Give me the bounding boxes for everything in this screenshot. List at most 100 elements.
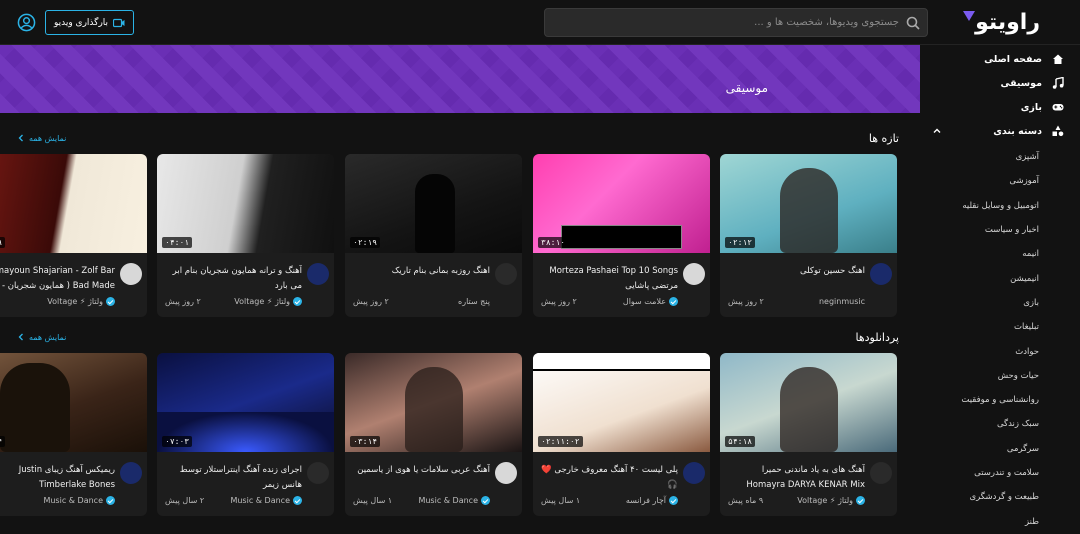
duration-badge: ۰۴:۰۱ [162, 237, 193, 248]
channel-avatar[interactable] [683, 263, 705, 285]
channel-name[interactable]: Music & Dance [230, 496, 290, 505]
video-card[interactable]: ۰۳:۳۴ ریمیکس آهنگ زیبای Justin Timberlake… [0, 353, 147, 516]
channel-avatar[interactable] [120, 462, 142, 484]
verified-badge-icon [106, 297, 115, 306]
channel-name-wrap[interactable]: علامت سوال [623, 297, 678, 306]
video-card[interactable]: ۰۲:۱۱:۰۲ پلی لیست ۴۰ آهنگ معروف خارجی ❤️🎧… [533, 353, 710, 516]
channel-name[interactable]: آچار فرانسه [626, 496, 666, 505]
video-thumbnail[interactable]: ۰۲:۱۱:۰۲ [533, 353, 710, 452]
sidebar-category-item[interactable]: سرگرمی [920, 437, 1080, 461]
sidebar-item-categories[interactable]: دسته بندی [920, 119, 1080, 143]
sidebar-category-item[interactable]: آشپزی [920, 145, 1080, 169]
channel-name-wrap[interactable]: Music & Dance [230, 496, 302, 505]
channel-name-wrap[interactable]: Music & Dance [43, 496, 115, 505]
video-meta: علامت سوال ۲ روز پیش [541, 297, 678, 306]
video-thumbnail[interactable]: ۵۴:۱۸ [720, 353, 897, 452]
sidebar-category-item[interactable]: حوادث [920, 339, 1080, 363]
logo-triangle-icon [963, 11, 976, 21]
channel-name-wrap[interactable]: ولتاژ ⚡ Voltage [47, 297, 115, 306]
video-card[interactable]: ۰۲:۱۲ اهنگ حسین توکلی neginmusic ۲ روز پیش [720, 154, 897, 317]
channel-avatar[interactable] [307, 462, 329, 484]
channel-name-wrap[interactable]: پنج ستاره [458, 297, 490, 306]
upload-video-button[interactable]: بارگذاری ویدیو [45, 10, 134, 35]
sidebar-category-item[interactable]: طنز [920, 509, 1080, 533]
video-title[interactable]: Morteza Pashaei Top 10 Songs مرتضی پاشای… [539, 264, 678, 294]
sidebar-category-item[interactable]: حیات وحش [920, 364, 1080, 388]
sidebar-category-item[interactable]: انیمه [920, 242, 1080, 266]
video-card[interactable]: ۰۳:۱۴ آهنگ عربی سلامات یا هوی از یاسمین Mu… [345, 353, 522, 516]
sidebar-item-home[interactable]: صفحه اصلی [920, 47, 1080, 71]
video-camera-icon [113, 18, 125, 27]
sidebar-item-music[interactable]: موسیقی [920, 71, 1080, 95]
video-meta: Music & Dance [0, 496, 115, 505]
video-title[interactable]: اجرای زنده آهنگ اینتراستلار توسط هانس زی… [163, 463, 302, 493]
channel-name[interactable]: Music & Dance [43, 496, 103, 505]
video-thumbnail[interactable]: ۰۲:۱۲ [720, 154, 897, 253]
video-thumbnail[interactable]: ۰۲:۱۹ [345, 154, 522, 253]
search-box[interactable] [544, 8, 928, 37]
channel-avatar[interactable] [870, 263, 892, 285]
sidebar-category-item[interactable]: اتومبیل و وسایل نقلیه [920, 194, 1080, 218]
channel-name[interactable]: پنج ستاره [458, 297, 490, 306]
channel-name-wrap[interactable]: آچار فرانسه [626, 496, 678, 505]
search-input[interactable] [559, 9, 899, 36]
video-title[interactable]: Homayoun Shajarian - Zolf Bar Bad Made (… [0, 264, 115, 296]
channel-name[interactable]: Music & Dance [418, 496, 478, 505]
sidebar-category-item[interactable]: روانشناسی و موفقیت [920, 388, 1080, 412]
section-title-popular: پردانلودها [855, 331, 899, 344]
show-all-link-new[interactable]: نمایش همه [29, 134, 66, 143]
video-thumbnail[interactable]: ۰۷:۰۳ [157, 353, 334, 452]
video-thumbnail[interactable]: ۰۵:۱۹ [0, 154, 147, 253]
video-title[interactable]: اهنگ روزبه بمانی بنام تاریک [351, 264, 490, 279]
sidebar-category-item[interactable]: آموزشی [920, 169, 1080, 193]
thumbnail-caption [561, 225, 682, 249]
channel-name[interactable]: علامت سوال [623, 297, 666, 306]
video-title[interactable]: ریمیکس آهنگ زیبای Justin Timberlake Bone… [0, 463, 115, 493]
channel-avatar[interactable] [120, 263, 142, 285]
sidebar-category-item[interactable]: انیمیشن [920, 266, 1080, 290]
channel-name[interactable]: neginmusic [819, 297, 865, 306]
video-thumbnail[interactable]: ۰۴:۰۱ [157, 154, 334, 253]
channel-name-wrap[interactable]: ولتاژ ⚡ Voltage [234, 297, 302, 306]
upload-time: ۹ ماه پیش [728, 496, 764, 505]
channel-name-wrap[interactable]: neginmusic [819, 297, 865, 306]
channel-avatar[interactable] [495, 263, 517, 285]
sidebar-category-item[interactable]: بازی [920, 291, 1080, 315]
video-title[interactable]: آهنگ های به یاد ماندنی حمیرا Homayra DAR… [726, 463, 865, 493]
video-card[interactable]: ۳۸:۱۰ Morteza Pashaei Top 10 Songs مرتضی … [533, 154, 710, 317]
video-title[interactable]: اهنگ حسین توکلی [726, 264, 865, 279]
video-thumbnail[interactable]: ۳۸:۱۰ [533, 154, 710, 253]
video-card[interactable]: ۰۲:۱۹ اهنگ روزبه بمانی بنام تاریک پنج ستار… [345, 154, 522, 317]
video-thumbnail[interactable]: ۰۳:۳۴ [0, 353, 147, 452]
video-card[interactable]: ۵۴:۱۸ آهنگ های به یاد ماندنی حمیرا Homayr… [720, 353, 897, 516]
video-card[interactable]: ۰۴:۰۱ آهنگ و ترانه همایون شجریان بنام ابر… [157, 154, 334, 317]
channel-avatar[interactable] [495, 462, 517, 484]
site-logo[interactable]: راویتو [961, 8, 1041, 36]
sidebar-category-item[interactable]: طبیعت و گردشگری [920, 485, 1080, 509]
video-title[interactable]: آهنگ عربی سلامات یا هوی از یاسمین [351, 463, 490, 478]
sidebar-item-games[interactable]: بازی [920, 95, 1080, 119]
sidebar-category-item[interactable]: اخبار و سیاست [920, 218, 1080, 242]
channel-avatar[interactable] [307, 263, 329, 285]
sidebar-category-item[interactable]: تبلیغات [920, 315, 1080, 339]
channel-avatar[interactable] [870, 462, 892, 484]
sidebar-item-label: بازی [1020, 101, 1042, 113]
user-account-icon[interactable] [17, 13, 36, 32]
video-card[interactable]: ۰۵:۱۹ Homayoun Shajarian - Zolf Bar Bad M… [0, 154, 147, 317]
video-title[interactable]: پلی لیست ۴۰ آهنگ معروف خارجی ❤️🎧 [539, 463, 678, 493]
channel-name-wrap[interactable]: Music & Dance [418, 496, 490, 505]
chevron-up-icon[interactable] [932, 126, 942, 136]
video-card[interactable]: ۰۷:۰۳ اجرای زنده آهنگ اینتراستلار توسط ها… [157, 353, 334, 516]
channel-name-wrap[interactable]: ولتاژ ⚡ Voltage [797, 496, 865, 505]
channel-name[interactable]: ولتاژ ⚡ Voltage [797, 496, 853, 505]
channel-name[interactable]: ولتاژ ⚡ Voltage [234, 297, 290, 306]
sidebar-category-item[interactable]: سلامت و تندرستی [920, 461, 1080, 485]
sidebar-category-item[interactable]: سبک زندگی [920, 412, 1080, 436]
video-title[interactable]: آهنگ و ترانه همایون شجریان بنام ابر می ب… [163, 264, 302, 294]
search-icon[interactable] [905, 15, 921, 31]
show-all-link-popular[interactable]: نمایش همه [29, 333, 66, 342]
video-thumbnail[interactable]: ۰۳:۱۴ [345, 353, 522, 452]
channel-avatar[interactable] [683, 462, 705, 484]
channel-name[interactable]: ولتاژ ⚡ Voltage [47, 297, 103, 306]
video-meta: پنج ستاره ۲ روز پیش [353, 297, 490, 306]
